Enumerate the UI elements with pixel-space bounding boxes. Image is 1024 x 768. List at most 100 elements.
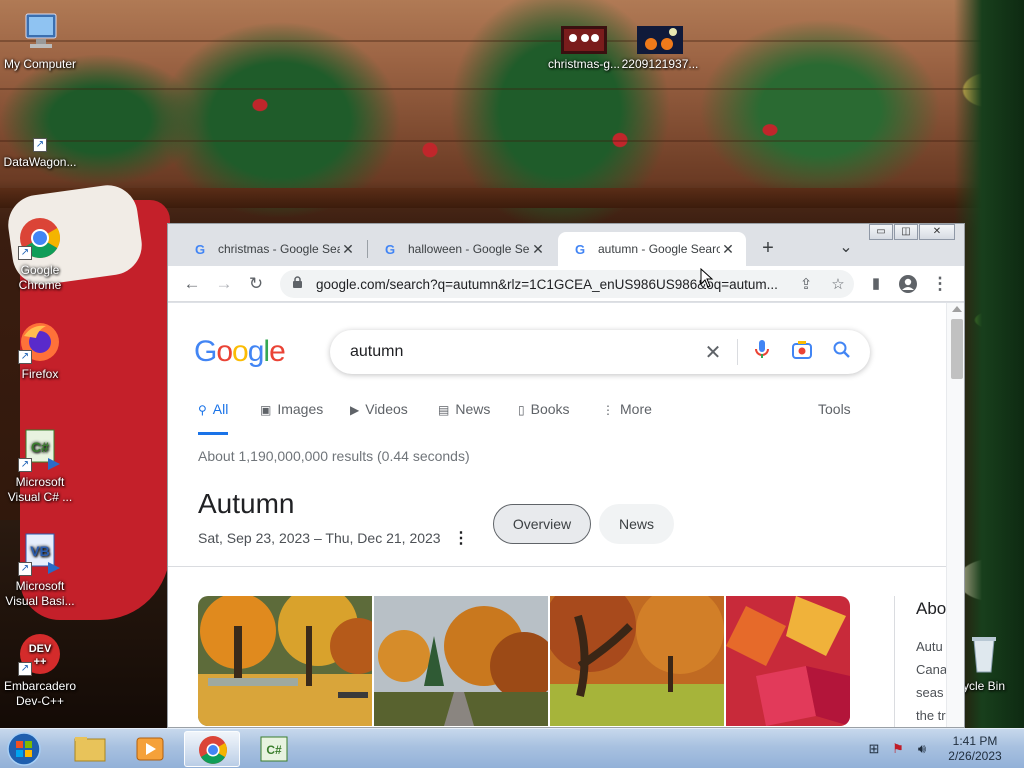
visual-basic-icon: VB ↗ bbox=[18, 532, 62, 576]
desktop-icon-christmas-image[interactable]: christmas-g... bbox=[544, 26, 624, 72]
firefox-icon: ↗ bbox=[18, 320, 62, 364]
google-logo-letters: Google bbox=[194, 335, 286, 368]
nav-tab-images[interactable]: ▣ Images bbox=[260, 401, 323, 435]
search-box[interactable]: autumn ✕ bbox=[330, 330, 870, 374]
svg-text:DEV: DEV bbox=[29, 643, 52, 655]
search-icon: ⚲ bbox=[198, 403, 207, 417]
chip-overview[interactable]: Overview bbox=[493, 504, 591, 544]
window-maximize-button[interactable]: ◫ bbox=[894, 224, 918, 240]
side-panel-text: the tr bbox=[916, 708, 946, 723]
desktop-icon-google-chrome[interactable]: ↗ Google Chrome bbox=[0, 216, 80, 293]
tab-christmas[interactable]: G christmas - Google Search ✕ bbox=[178, 232, 366, 266]
address-url[interactable]: google.com/search?q=autumn&rlz=1C1GCEA_e… bbox=[316, 277, 790, 292]
nav-tab-more[interactable]: ⋮ More bbox=[602, 401, 652, 435]
reload-button[interactable]: ↻ bbox=[244, 272, 268, 296]
nav-tab-all[interactable]: ⚲ All bbox=[198, 401, 229, 435]
more-vert-icon: ⋮ bbox=[602, 403, 614, 417]
voice-search-icon[interactable] bbox=[742, 339, 782, 365]
side-panel-text: Cana bbox=[916, 662, 946, 677]
lens-search-icon[interactable] bbox=[782, 340, 822, 364]
desktop-icon-visual-csharp[interactable]: C# ↗ Microsoft Visual C# ... bbox=[0, 428, 80, 505]
google-favicon-icon: G bbox=[192, 241, 208, 257]
taskbar-chrome[interactable] bbox=[184, 731, 240, 767]
nav-tab-label: Books bbox=[530, 401, 570, 417]
system-clock[interactable]: 1:41 PM 2/26/2023 bbox=[940, 734, 1010, 764]
desktop-icon-firefox[interactable]: ↗ Firefox bbox=[0, 320, 80, 382]
network-icon[interactable]: ⊞ bbox=[866, 741, 882, 757]
window-minimize-button[interactable]: ▭ bbox=[869, 224, 893, 240]
autumn-image-leaves[interactable] bbox=[726, 596, 850, 726]
autumn-image-trees[interactable] bbox=[550, 596, 724, 726]
scrollbar-thumb[interactable] bbox=[951, 319, 963, 379]
chrome-window: G christmas - Google Search ✕ G hallowee… bbox=[167, 223, 965, 728]
visual-csharp-icon: C# ↗ bbox=[18, 428, 62, 472]
desktop-icon-datawagon[interactable]: ↗ DataWagon... bbox=[0, 130, 80, 170]
scroll-up-icon[interactable] bbox=[952, 306, 962, 312]
action-center-icon[interactable]: ⚑ bbox=[890, 741, 906, 757]
taskbar-file-explorer[interactable] bbox=[62, 731, 118, 767]
google-logo-letter: o bbox=[216, 335, 233, 368]
nav-tab-label: Images bbox=[277, 401, 324, 417]
search-submit-icon[interactable] bbox=[822, 341, 862, 364]
nav-tab-news[interactable]: ▤ News bbox=[438, 401, 490, 435]
knowledge-panel-more-icon[interactable]: ⋮ bbox=[453, 528, 469, 548]
recycle-bin-icon bbox=[962, 632, 1006, 676]
tab-autumn[interactable]: G autumn - Google Search ✕ bbox=[558, 232, 746, 266]
autumn-image-path[interactable] bbox=[374, 596, 548, 726]
lock-icon bbox=[292, 276, 306, 292]
desktop-icon-halloween-image[interactable]: 2209121937... bbox=[620, 26, 700, 72]
nav-tab-books[interactable]: ▯ Books bbox=[518, 401, 570, 435]
chrome-menu-icon[interactable]: ⋮ bbox=[928, 272, 952, 296]
image-thumbnail-icon bbox=[637, 26, 683, 54]
tab-close-icon[interactable]: ✕ bbox=[720, 241, 736, 257]
side-panel-icon[interactable]: ▮ bbox=[864, 272, 888, 296]
tab-close-icon[interactable]: ✕ bbox=[340, 241, 356, 257]
clear-search-icon[interactable]: ✕ bbox=[693, 340, 733, 365]
knowledge-panel-title: Autumn bbox=[198, 488, 295, 519]
svg-text:G: G bbox=[575, 242, 585, 257]
nav-tab-videos[interactable]: ▶ Videos bbox=[350, 401, 408, 435]
search-box-divider bbox=[737, 339, 738, 365]
vertical-scrollbar[interactable] bbox=[946, 303, 964, 727]
new-tab-button[interactable]: + bbox=[754, 236, 782, 260]
visual-csharp-icon: C# bbox=[260, 736, 288, 762]
chip-news[interactable]: News bbox=[599, 504, 674, 544]
profile-avatar-icon[interactable] bbox=[896, 272, 920, 296]
nav-tab-label: News bbox=[455, 401, 491, 417]
desktop-icon-label: Google Chrome bbox=[18, 263, 62, 292]
side-panel-text: seas bbox=[916, 685, 944, 700]
desktop-icon-label: Firefox bbox=[21, 367, 59, 381]
tab-search-button[interactable]: ⌄ bbox=[832, 236, 860, 260]
address-bar[interactable]: google.com/search?q=autumn&rlz=1C1GCEA_e… bbox=[280, 270, 854, 298]
forward-button[interactable]: → bbox=[212, 272, 236, 296]
tab-close-icon[interactable]: ✕ bbox=[530, 241, 546, 257]
search-input[interactable]: autumn bbox=[350, 343, 693, 361]
autumn-image-park[interactable] bbox=[198, 596, 372, 726]
google-logo[interactable]: Google bbox=[194, 335, 286, 369]
side-panel-divider bbox=[894, 596, 895, 727]
svg-text:G: G bbox=[385, 242, 395, 257]
desktop-icon-my-computer[interactable]: My Computer bbox=[0, 10, 80, 72]
taskbar-media-player[interactable] bbox=[122, 731, 178, 767]
shortcut-arrow-icon: ↗ bbox=[33, 138, 47, 152]
side-panel-text: Autu bbox=[916, 639, 943, 654]
desktop-icon-dev-cpp[interactable]: DEV ++ ↗ Embarcadero Dev-C++ bbox=[0, 632, 80, 709]
taskbar-visual-csharp[interactable]: C# bbox=[246, 731, 302, 767]
start-button[interactable] bbox=[4, 731, 44, 767]
shortcut-arrow-icon: ↗ bbox=[18, 246, 32, 260]
window-close-button[interactable]: ✕ bbox=[919, 224, 955, 240]
desktop-icon-visual-basic[interactable]: VB ↗ Microsoft Visual Basi... bbox=[0, 532, 80, 609]
mouse-cursor-icon bbox=[700, 268, 714, 288]
google-logo-letter: o bbox=[232, 335, 249, 368]
tab-halloween[interactable]: G halloween - Google Search ✕ bbox=[368, 232, 556, 266]
tools-button[interactable]: Tools bbox=[818, 401, 851, 417]
back-button[interactable]: ← bbox=[180, 272, 204, 296]
knowledge-panel-subtitle: Sat, Sep 23, 2023 – Thu, Dec 21, 2023 bbox=[198, 530, 441, 546]
bookmark-star-icon[interactable]: ☆ bbox=[822, 275, 854, 293]
share-icon[interactable]: ⇪ bbox=[790, 275, 822, 293]
shortcut-arrow-icon: ↗ bbox=[18, 662, 32, 676]
tab-title: halloween - Google Search bbox=[408, 242, 530, 256]
media-player-icon bbox=[136, 737, 164, 761]
shortcut-arrow-icon: ↗ bbox=[18, 562, 32, 576]
volume-icon[interactable]: 🔊︎ bbox=[914, 741, 930, 757]
